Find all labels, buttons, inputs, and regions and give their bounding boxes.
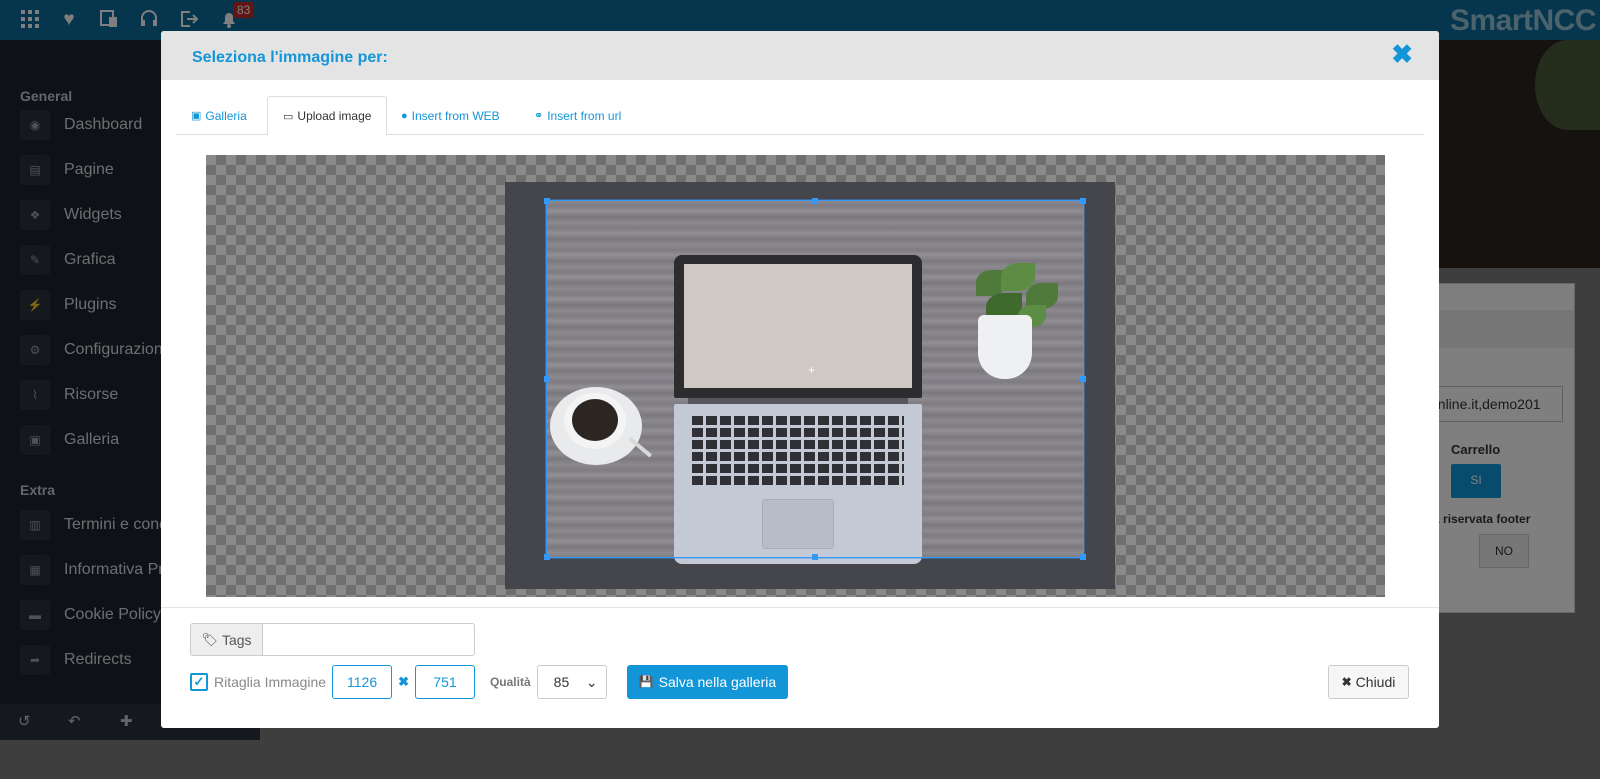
- tab-insert-from-url[interactable]: ⚭ Insert from url: [519, 96, 636, 135]
- tab-upload-image[interactable]: ▭ Upload image: [267, 96, 388, 136]
- tags-field: 🏷 Tags: [190, 623, 475, 656]
- crop-handle[interactable]: [1080, 554, 1086, 560]
- close-button[interactable]: ✖ Chiudi: [1328, 665, 1409, 699]
- crop-selection[interactable]: [544, 198, 1086, 560]
- crop-center-icon: +: [808, 363, 816, 377]
- modal-header: Seleziona l'immagine per: ✖: [161, 31, 1439, 80]
- quality-label: Qualità: [489, 675, 531, 689]
- modal-footer-divider: [161, 607, 1439, 608]
- image-cropper[interactable]: +: [206, 155, 1385, 597]
- tags-input[interactable]: [263, 623, 475, 656]
- monitor-icon: ▭: [283, 110, 294, 123]
- times-icon: ✖: [398, 674, 409, 689]
- crop-handle[interactable]: [1080, 198, 1086, 204]
- tab-galleria[interactable]: ▣ Galleria: [176, 96, 262, 135]
- image-select-modal: Seleziona l'immagine per: ✖ ▣ Galleria ▭ U…: [161, 31, 1439, 728]
- tags-icon: 🏷: [201, 631, 218, 647]
- crop-handle[interactable]: [812, 554, 818, 560]
- crop-handle[interactable]: [544, 554, 550, 560]
- crop-controls: ✓ Ritaglia Immagine ✖ Qualità 85⌄ 💾Salva…: [190, 665, 789, 699]
- crop-handle[interactable]: [812, 198, 818, 204]
- crop-height-input[interactable]: [414, 665, 475, 699]
- tab-bar: ▣ Galleria ▭ Upload image ● Insert from WEB…: [176, 96, 1424, 136]
- modal-title: Seleziona l'immagine per:: [192, 49, 388, 66]
- crop-handle[interactable]: [1080, 376, 1086, 382]
- tab-insert-from-web[interactable]: ● Insert from WEB: [386, 96, 515, 135]
- close-x-icon: ✖: [1341, 675, 1352, 689]
- crop-width-input[interactable]: [332, 665, 393, 699]
- image-icon: ▣: [191, 110, 202, 122]
- tags-addon: 🏷 Tags: [190, 623, 263, 656]
- close-icon[interactable]: ✖: [1391, 41, 1413, 67]
- save-icon: 💾: [638, 675, 654, 689]
- crop-checkbox-label: Ritaglia Immagine: [214, 674, 327, 690]
- globe-icon: ●: [401, 109, 408, 122]
- save-to-gallery-button[interactable]: 💾 Salva nella galleria: [626, 665, 789, 699]
- chevron-down-icon: ⌄: [585, 673, 598, 690]
- crop-checkbox[interactable]: ✓: [190, 673, 208, 691]
- crop-handle[interactable]: [544, 376, 550, 382]
- quality-select[interactable]: 85 ⌄: [536, 665, 607, 699]
- link-icon: ⚭: [534, 110, 544, 122]
- crop-handle[interactable]: [544, 198, 550, 204]
